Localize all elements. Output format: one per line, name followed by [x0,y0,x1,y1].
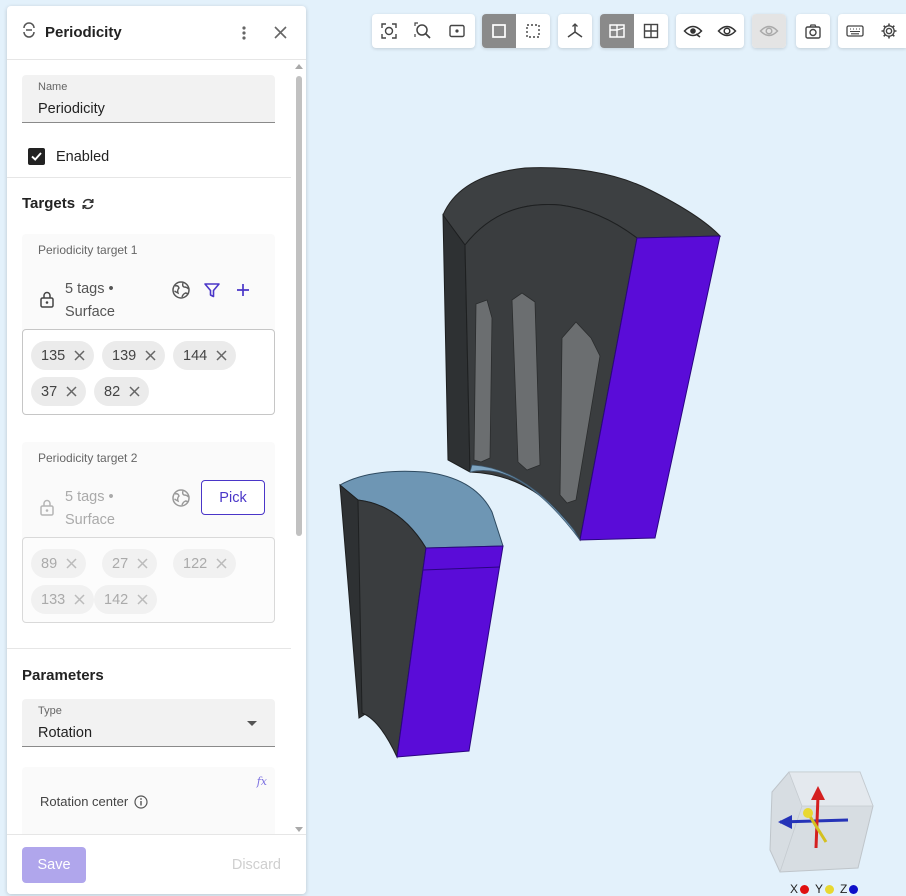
enabled-label: Enabled [56,148,110,165]
remove-chip-icon[interactable] [137,558,148,569]
panel-title: Periodicity [45,24,122,41]
save-button[interactable]: Save [22,847,86,883]
parameters-section-title: Parameters [22,667,104,684]
tag-chip-label: 133 [41,591,66,608]
target-1-tags-type: Surface [65,304,115,320]
name-field[interactable]: Name Periodicity [22,75,275,123]
tag-chip-label: 144 [183,347,208,364]
tag-chip-label: 135 [41,347,66,364]
tag-chip[interactable]: 82 [94,377,150,406]
remove-chip-icon[interactable] [216,558,227,569]
periodicity-panel: Periodicity Name Periodicity Enabled Tar… [7,6,306,894]
target-2-chips[interactable]: 89 27 122 133 142 [22,537,275,623]
scrollbar-thumb[interactable] [296,76,302,536]
tag-chip-label: 37 [41,383,58,400]
close-icon[interactable] [268,21,292,45]
function-icon[interactable]: fx [257,775,267,788]
targets-section-title: Targets [22,195,95,212]
tag-chip-label: 122 [183,555,208,572]
divider [7,648,291,649]
filter-icon[interactable] [203,281,221,299]
orientation-cube[interactable] [769,771,874,873]
info-icon[interactable] [134,794,148,809]
target-2-tags-summary: 5 tags • Surface [65,486,115,532]
axis-z-label: Z [840,882,848,896]
lower-geometry[interactable] [339,470,504,759]
type-select-value[interactable]: Rotation [38,725,92,741]
target-2-tags-type: Surface [65,512,115,528]
globe-icon[interactable] [171,280,191,300]
remove-chip-icon[interactable] [216,350,227,361]
more-options-icon[interactable] [232,21,256,45]
panel-scrollbar[interactable] [295,64,303,832]
target-2-label: Periodicity target 2 [38,451,138,465]
tag-chip-label: 27 [112,555,129,572]
remove-chip-icon[interactable] [74,594,85,605]
target-1-label: Periodicity target 1 [38,243,138,257]
upper-geometry[interactable] [442,167,722,542]
remove-chip-icon[interactable] [66,558,77,569]
add-icon[interactable] [235,282,251,298]
remove-chip-icon[interactable] [66,386,77,397]
tag-chip-label: 139 [112,347,137,364]
target-2-tags-count: 5 tags • [65,489,114,505]
type-select[interactable]: Type Rotation [22,699,275,747]
axes-legend: X Y Z [790,882,864,896]
lock-icon[interactable] [39,290,55,313]
remove-chip-icon[interactable] [129,386,140,397]
tag-chip[interactable]: 133 [31,585,95,614]
name-field-value[interactable]: Periodicity [38,101,105,117]
rotation-center-text: Rotation center [40,794,129,809]
panel-footer: Save Discard [7,834,306,894]
tag-chip[interactable]: 37 [31,377,87,406]
tag-chip-label: 82 [104,383,121,400]
scroll-down-arrow-icon[interactable] [295,827,303,832]
refresh-icon[interactable] [81,197,95,211]
tag-chip-label: 142 [104,591,129,608]
target-1-tags-summary: 5 tags • Surface [65,278,115,324]
tag-chip[interactable]: 139 [102,341,166,370]
target-1-chips[interactable]: 135 139 144 37 82 [22,329,275,415]
divider [7,177,291,178]
target-2-actions: Pick [171,480,265,515]
remove-chip-icon[interactable] [137,594,148,605]
tag-chip[interactable]: 89 [31,549,87,578]
scroll-up-arrow-icon[interactable] [295,64,303,69]
target-1-tags-count: 5 tags • [65,281,114,297]
rotation-center-card: fx Rotation center [22,767,275,834]
discard-button[interactable]: Discard [232,857,281,873]
enabled-checkbox[interactable] [28,148,45,165]
axis-x-label: X [790,882,799,896]
panel-scroll-area[interactable]: Name Periodicity Enabled Targets Periodi… [7,61,306,834]
pick-button[interactable]: Pick [201,480,265,515]
3d-viewport[interactable] [306,0,906,896]
axis-y-label: Y [815,882,824,896]
type-select-label: Type [38,705,62,717]
y-axis-dot [825,884,835,894]
lock-icon [39,498,55,521]
periodicity-icon [21,22,37,43]
remove-chip-icon[interactable] [74,350,85,361]
panel-header: Periodicity [7,6,306,60]
tag-chip[interactable]: 144 [173,341,237,370]
x-axis-dot [800,884,810,894]
tag-chip-label: 89 [41,555,58,572]
tag-chip[interactable]: 27 [102,549,158,578]
name-field-label: Name [38,81,68,93]
tag-chip[interactable]: 122 [173,549,237,578]
target-1-actions [171,280,251,300]
globe-icon[interactable] [171,488,191,508]
rotation-center-label: Rotation center [40,794,148,809]
remove-chip-icon[interactable] [145,350,156,361]
tag-chip[interactable]: 135 [31,341,95,370]
dropdown-caret-icon[interactable] [247,721,257,726]
targets-title: Targets [22,195,76,212]
tag-chip[interactable]: 142 [94,585,158,614]
enabled-checkbox-row[interactable]: Enabled [28,148,109,165]
z-axis-dot [849,884,859,894]
